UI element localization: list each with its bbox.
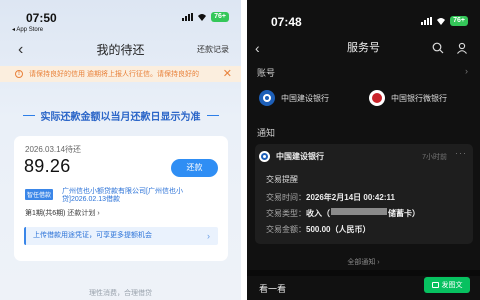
page-title: 服务号: [347, 42, 380, 54]
account-name: 中国银行微银行: [391, 93, 447, 103]
pay-button[interactable]: 还款: [171, 159, 218, 177]
due-date: 2026.03.14待还: [25, 145, 82, 154]
chevron-right-icon[interactable]: ›: [465, 66, 468, 76]
credit-notice-bar: ! 请保持良好的信用 逾期将上报人行征信。请保持良好的 ✕: [0, 66, 241, 82]
row-amount: 交易金额： 500.00（人民币）: [266, 224, 370, 235]
notification-time: 7小时前: [422, 154, 447, 161]
nav-bar: ‹ 我的待还 还款记录: [0, 40, 241, 60]
post-image-text-button[interactable]: 发图文: [424, 277, 470, 293]
wifi-icon: [437, 18, 446, 25]
wifi-icon: [198, 14, 207, 21]
search-icon[interactable]: [432, 42, 444, 54]
notification-bank: 中国建设银行: [276, 152, 324, 161]
row-value: 500.00（人民币）: [306, 225, 371, 234]
loan-tag-badge: 智任借款: [25, 189, 54, 200]
all-notices-link[interactable]: 全部通知 ›: [247, 257, 480, 267]
ccb-logo-icon: [259, 90, 275, 106]
service-account-screen: 07:48 76+ ‹ 服务号 账号 › 中国建设银行 中国银行微银行 通知 中…: [247, 0, 480, 300]
back-to-app-store[interactable]: ◂ App Store: [12, 26, 43, 33]
account-ccb[interactable]: 中国建设银行: [259, 90, 329, 106]
boc-logo-icon: [369, 90, 385, 106]
chevron-right-icon: ›: [207, 231, 210, 241]
signal-icon: [421, 17, 433, 25]
notification-header: 中国建设银行: [259, 151, 324, 162]
warning-icon: !: [15, 70, 23, 78]
banner-divider-right: [206, 114, 219, 116]
status-time: 07:48: [271, 15, 302, 29]
banner-divider-left: [22, 114, 35, 116]
nav-bar: ‹ 服务号: [247, 38, 480, 58]
signal-icon: [182, 13, 194, 21]
notification-card[interactable]: 中国建设银行 7小时前 ··· 交易提醒 交易时间： 2026年2月14日 00…: [255, 144, 473, 244]
repayment-screen: 07:50 ◂ App Store 76+ ‹ 我的待还 还款记录 ! 请保持良…: [0, 0, 241, 300]
account-name: 中国建设银行: [281, 93, 329, 103]
row-key: 交易金额：: [266, 225, 306, 234]
notice-label: 通知: [257, 128, 276, 138]
status-icons: 76+: [182, 12, 229, 22]
banner-text: 实际还款金额以当月还款日显示为准: [40, 111, 201, 123]
ccb-logo-icon: [259, 151, 270, 162]
period-text: 第1期(共6期): [25, 210, 66, 217]
post-button-label: 发图文: [441, 282, 463, 289]
battery-icon: 76+: [450, 16, 468, 26]
look-section-title: 看一看: [259, 284, 287, 294]
status-icons: 76+: [421, 16, 468, 26]
section-divider: [247, 270, 480, 276]
period-info: 第1期(共6期) 还款计划 ›: [25, 208, 100, 218]
repayment-plan-link[interactable]: 还款计划 ›: [67, 210, 99, 217]
row-value: 2026年2月14日 00:42:11: [306, 193, 395, 202]
footer-slogan: 理性消费，合理借贷: [89, 290, 152, 297]
row-value-post: 储蓄卡）: [388, 209, 420, 218]
row-key: 交易时间：: [266, 193, 306, 202]
lender-info: 广州信也小额贷款有限公司[广州信也小贷]2026.02.13借款: [62, 188, 183, 203]
upload-proof-text: 上传借款用途凭证，可享更多提额机会: [33, 232, 152, 239]
user-icon[interactable]: [456, 42, 468, 54]
accounts-label: 账号: [257, 68, 276, 78]
due-amount: 89.26: [24, 156, 71, 176]
row-type: 交易类型： 收入（ 储蓄卡）: [266, 208, 420, 219]
repayment-banner: 实际还款金额以当月还款日显示为准: [8, 98, 233, 132]
battery-icon: 76+: [211, 12, 229, 22]
repayment-records-link[interactable]: 还款记录: [197, 40, 229, 60]
row-value-pre: 收入（: [306, 209, 330, 218]
loan-card: 2026.03.14待还 89.26 还款 智任借款 广州信也小额贷款有限公司[…: [14, 136, 228, 261]
notification-type: 交易提醒: [266, 175, 298, 184]
redacted-mask: [331, 208, 387, 215]
status-time: 07:50: [26, 11, 57, 25]
more-icon[interactable]: ···: [455, 148, 467, 158]
upload-proof-banner[interactable]: 上传借款用途凭证，可享更多提额机会 ›: [24, 227, 218, 245]
image-icon: [431, 282, 439, 288]
row-time: 交易时间： 2026年2月14日 00:42:11: [266, 192, 395, 203]
notice-text: 请保持良好的信用 逾期将上报人行征信。请保持良好的: [29, 71, 199, 78]
account-boc[interactable]: 中国银行微银行: [369, 90, 447, 106]
close-icon[interactable]: ✕: [223, 67, 232, 81]
row-key: 交易类型：: [266, 209, 306, 218]
